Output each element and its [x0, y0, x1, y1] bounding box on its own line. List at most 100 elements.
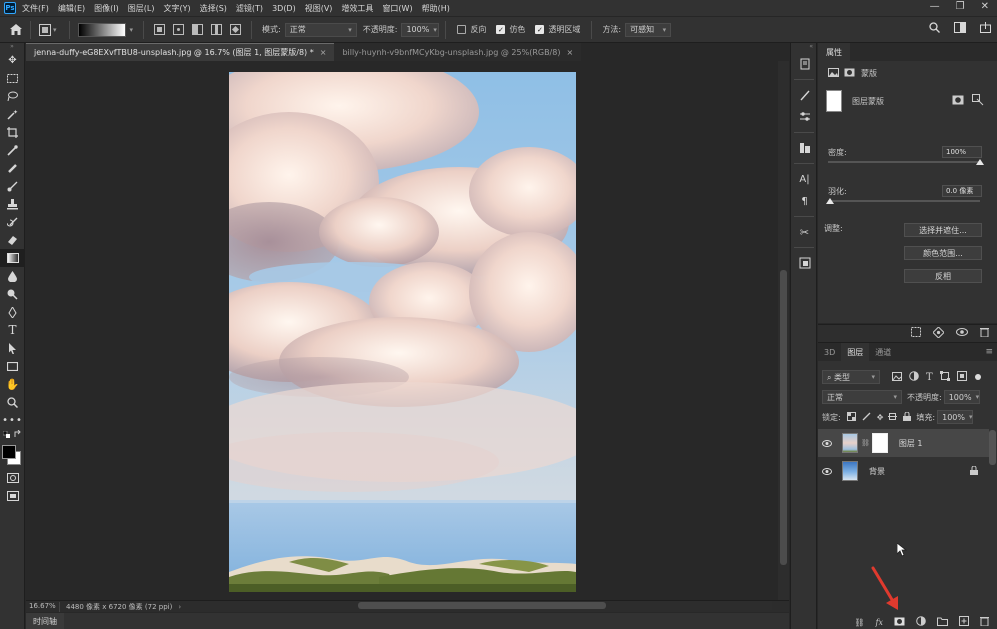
eraser-tool-icon[interactable] [0, 231, 25, 249]
restore-button[interactable]: ❐ [956, 1, 965, 12]
home-icon[interactable] [8, 22, 24, 38]
tab-document-1[interactable]: jenna-duffy-eG8EXvfTBU8-unsplash.jpg @ 1… [26, 43, 335, 61]
blend-mode-select[interactable]: 正常 ▾ [822, 390, 902, 404]
layer-name[interactable]: 图层 1 [899, 438, 923, 449]
angle-gradient-icon[interactable] [192, 24, 204, 35]
color-range-button[interactable]: 颜色范围... [904, 246, 982, 260]
character-panel-icon[interactable]: A| [791, 168, 818, 190]
vector-mask-icon[interactable] [844, 68, 855, 79]
blur-tool-icon[interactable] [0, 267, 25, 285]
layer-filter-select[interactable]: ⌕ 类型 ▾ [822, 370, 880, 384]
filter-type-icon[interactable]: T [926, 372, 933, 383]
brush-tool-icon[interactable] [0, 177, 25, 195]
gradient-swatch[interactable] [77, 22, 126, 37]
gradient-tool-preset-icon[interactable] [37, 22, 53, 38]
menu-help[interactable]: 帮助(H) [422, 3, 450, 14]
method-select[interactable]: 可感知 ▾ [625, 22, 672, 37]
menu-3d[interactable]: 3D(D) [272, 4, 296, 13]
feather-slider-track[interactable] [828, 200, 980, 202]
radial-gradient-icon[interactable] [173, 24, 185, 35]
libraries-panel-icon[interactable] [791, 137, 818, 159]
linear-gradient-icon[interactable] [154, 24, 166, 35]
add-pixel-mask-icon[interactable] [952, 95, 964, 107]
foreground-color-swatch[interactable] [2, 445, 16, 459]
gradient-dropdown-icon[interactable]: ▾ [130, 26, 134, 34]
brush-settings-panel-icon[interactable] [791, 84, 818, 106]
pen-tool-icon[interactable] [0, 303, 25, 321]
transparency-checkbox[interactable]: ✓ 透明区域 [535, 24, 580, 35]
screen-mode-icon[interactable] [0, 487, 25, 505]
crop-tool-icon[interactable] [0, 123, 25, 141]
pixel-mask-icon[interactable] [828, 67, 839, 79]
default-colors-icon[interactable] [3, 431, 10, 438]
menu-plugins[interactable]: 增效工具 [341, 3, 373, 14]
menu-type[interactable]: 文字(Y) [163, 3, 190, 14]
zoom-tool-icon[interactable] [0, 393, 25, 411]
close-tab-icon[interactable]: × [566, 48, 573, 57]
layers-scrollbar-thumb[interactable] [989, 430, 996, 465]
tab-properties[interactable]: 属性 [818, 43, 850, 61]
mode-select[interactable]: 正常 ▾ [284, 22, 357, 37]
search-icon[interactable] [929, 22, 940, 36]
load-selection-icon[interactable] [911, 327, 921, 340]
swap-colors-icon[interactable] [14, 430, 22, 438]
menu-filter[interactable]: 滤镜(T) [236, 3, 263, 14]
dodge-tool-icon[interactable] [0, 285, 25, 303]
select-and-mask-button[interactable]: 选择并遮住... [904, 223, 982, 237]
density-field[interactable]: 100% [942, 146, 982, 158]
lock-transparent-icon[interactable] [846, 411, 856, 423]
layer-row-layer1[interactable]: ⛓ 图层 1 [818, 429, 989, 457]
lock-artboard-icon[interactable] [888, 412, 898, 423]
delete-mask-icon[interactable] [980, 327, 989, 340]
layer-name[interactable]: 背景 [869, 466, 885, 477]
menu-edit[interactable]: 编辑(E) [58, 3, 85, 14]
eyedropper-tool-icon[interactable] [0, 141, 25, 159]
mask-link-icon[interactable]: ⛓ [861, 439, 870, 447]
marquee-tool-icon[interactable] [0, 69, 25, 87]
layer-row-background[interactable]: 背景 [818, 457, 989, 485]
mask-thumbnail[interactable] [826, 90, 842, 112]
filter-smart-object-icon[interactable] [956, 371, 967, 383]
chevron-down-icon[interactable]: ▾ [53, 26, 57, 34]
tab-channels[interactable]: 通道 [869, 343, 897, 361]
add-vector-mask-icon[interactable] [972, 94, 984, 108]
filter-pixel-icon[interactable] [892, 371, 902, 383]
toggle-mask-visibility-icon[interactable] [956, 328, 968, 339]
filter-toggle-icon[interactable] [974, 374, 981, 380]
share-icon[interactable] [980, 22, 991, 36]
collapse-panels-icon[interactable]: « [791, 43, 816, 53]
tab-document-2[interactable]: billy-huynh-v9bnfMCyKbg-unsplash.jpg @ 2… [334, 43, 582, 61]
lock-all-icon[interactable] [903, 411, 912, 423]
add-layer-style-fx-icon[interactable]: fx [876, 618, 883, 627]
workspace-icon[interactable] [954, 22, 966, 36]
delete-layer-icon[interactable] [980, 616, 989, 628]
menu-view[interactable]: 视图(V) [305, 3, 333, 14]
type-tool-icon[interactable]: T [0, 321, 25, 339]
apply-mask-icon[interactable] [932, 325, 945, 341]
layer-mask-thumbnail[interactable] [871, 433, 888, 453]
clone-stamp-tool-icon[interactable] [0, 195, 25, 213]
tools-scissors-panel-icon[interactable]: ✂ [791, 221, 818, 243]
opacity-field[interactable]: 100% ▾ [401, 22, 440, 37]
zoom-level-field[interactable]: 16.67% [26, 601, 60, 612]
layer-visibility-eye-icon[interactable] [818, 467, 836, 475]
magic-wand-tool-icon[interactable]: ✦ [0, 105, 25, 123]
history-brush-tool-icon[interactable] [0, 213, 25, 231]
tab-3d[interactable]: 3D [818, 343, 841, 361]
vertical-scrollbar-thumb[interactable] [780, 270, 787, 565]
move-tool-icon[interactable]: ✥ [0, 51, 25, 69]
layer-thumbnail[interactable] [842, 461, 858, 481]
more-tools-icon[interactable]: ••• [0, 411, 25, 429]
rectangle-tool-icon[interactable] [0, 357, 25, 375]
minimize-button[interactable]: — [930, 1, 940, 12]
horizontal-scrollbar-thumb[interactable] [358, 602, 606, 609]
reverse-checkbox[interactable]: 反向 [457, 24, 486, 35]
collapse-toolbar-icon[interactable]: » [0, 43, 24, 51]
adjustment-layer-icon[interactable] [916, 616, 926, 628]
fill-field[interactable]: 100% ▾ [937, 410, 974, 424]
tab-timeline[interactable]: 时间轴 [26, 613, 64, 629]
panel-menu-icon[interactable]: ≡ [985, 347, 993, 357]
layer-thumbnail[interactable] [842, 433, 858, 453]
hand-tool-icon[interactable]: ✋ [0, 375, 25, 393]
layer-visibility-eye-icon[interactable] [818, 439, 836, 447]
